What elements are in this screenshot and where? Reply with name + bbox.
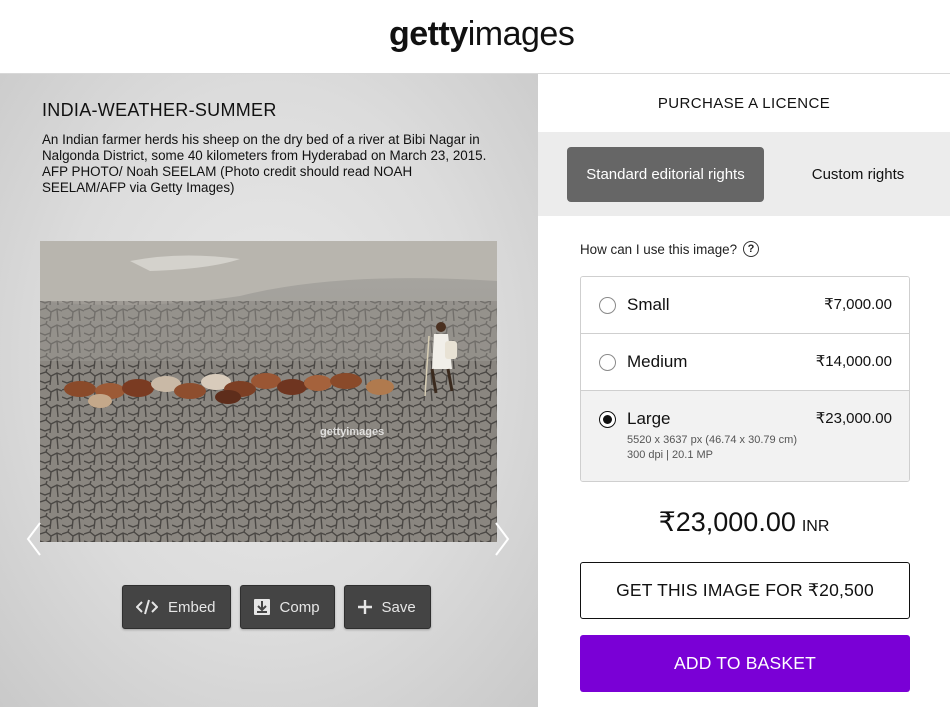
size-resolution: 300 dpi | 20.1 MP (627, 449, 714, 461)
tab-custom-rights[interactable]: Custom rights (788, 147, 928, 202)
save-label: Save (381, 598, 416, 616)
next-image-arrow-icon[interactable] (492, 519, 512, 559)
size-price: ₹23,000.00 (815, 410, 892, 427)
radio-medium[interactable] (599, 354, 616, 371)
size-option-medium[interactable]: Medium ₹14,000.00 (581, 334, 909, 391)
usage-question-text: How can I use this image? (580, 241, 738, 257)
image-detail-panel: INDIA-WEATHER-SUMMER An Indian farmer he… (0, 74, 538, 707)
total-price: ₹23,000.00 INR (538, 507, 950, 538)
radio-small[interactable] (599, 297, 616, 314)
logo-getty: getty (389, 15, 468, 53)
size-price: ₹14,000.00 (815, 353, 892, 370)
getty-images-logo[interactable]: gettyimages (389, 14, 575, 54)
top-bar: gettyimages (0, 0, 950, 74)
size-name: Small (627, 295, 670, 314)
radio-large[interactable] (599, 411, 616, 428)
size-price: ₹7,000.00 (824, 296, 892, 313)
size-option-small[interactable]: Small ₹7,000.00 (581, 277, 909, 334)
size-dimensions: 5520 x 3637 px (46.74 x 30.79 cm) (627, 434, 797, 446)
usage-question: How can I use this image? ? (580, 241, 760, 257)
embed-button[interactable]: Embed (122, 585, 231, 629)
purchase-panel: PURCHASE A LICENCE Standard editorial ri… (538, 74, 950, 707)
tab-standard-editorial-rights[interactable]: Standard editorial rights (567, 147, 764, 202)
embed-label: Embed (168, 598, 216, 616)
help-icon[interactable]: ? (743, 241, 760, 257)
comp-label: Comp (279, 598, 320, 616)
code-icon (136, 599, 158, 615)
download-icon (253, 599, 270, 615)
add-to-basket-button[interactable]: ADD TO BASKET (580, 635, 910, 692)
total-currency: INR (801, 518, 830, 535)
save-button[interactable]: Save (343, 585, 431, 629)
size-name: Medium (627, 352, 688, 371)
image-tools: Embed Comp Save (122, 585, 431, 629)
size-name: Large (627, 409, 671, 428)
total-amount: ₹23,000.00 (658, 507, 796, 537)
purchase-title: PURCHASE A LICENCE (657, 95, 831, 112)
size-options: Small ₹7,000.00 Medium ₹14,000.00 Large … (580, 276, 910, 482)
licence-tabs: Standard editorial rights Custom rights (538, 132, 950, 216)
get-this-image-button[interactable]: GET THIS IMAGE FOR ₹20,500 (580, 562, 910, 619)
logo-images: images (467, 15, 575, 53)
image-title: INDIA-WEATHER-SUMMER (42, 100, 277, 120)
photo-illustration (40, 241, 497, 542)
comp-button[interactable]: Comp (239, 585, 335, 629)
main-photo[interactable]: gettyimages (40, 241, 497, 542)
plus-icon (357, 600, 372, 614)
previous-image-arrow-icon[interactable] (24, 519, 44, 559)
watermark: gettyimages (320, 426, 385, 438)
size-option-large[interactable]: Large ₹23,000.00 5520 x 3637 px (46.74 x… (581, 391, 909, 481)
image-caption: An Indian farmer herds his sheep on the … (42, 132, 487, 195)
